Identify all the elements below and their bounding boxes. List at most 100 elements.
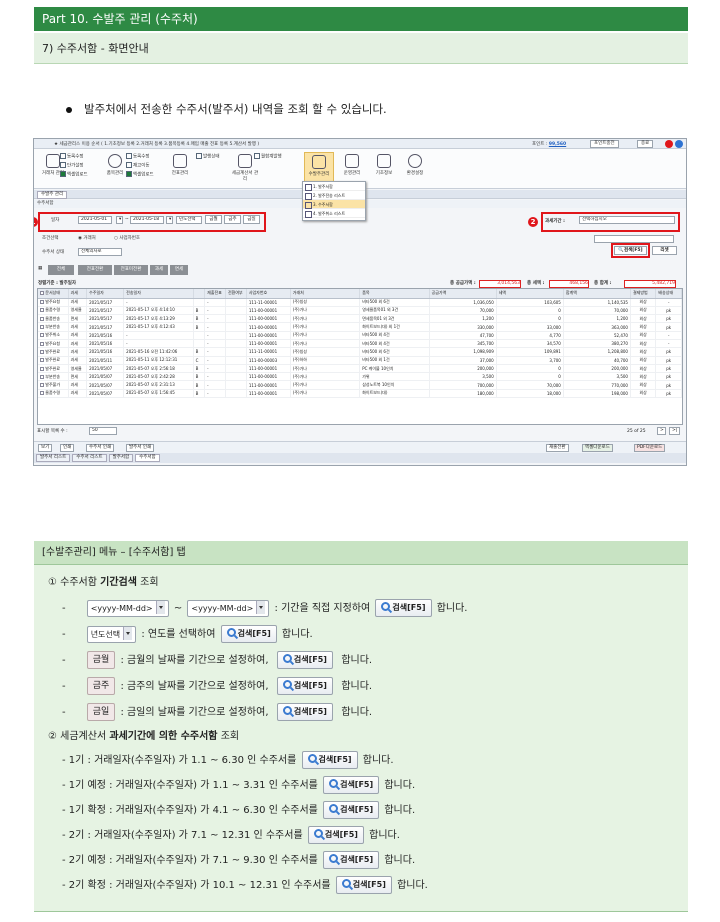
checkbox[interactable] [40, 341, 44, 346]
tab-taxfree[interactable]: 면세 [170, 265, 188, 275]
btab-order-list[interactable]: 발주서 리스트 [36, 454, 71, 462]
year-select[interactable]: 년도선택 [176, 216, 202, 224]
ribbon-settings[interactable]: 환경설정 [400, 152, 430, 184]
tab-converted[interactable]: 전표전환 [78, 265, 112, 275]
checkbox[interactable] [40, 316, 44, 321]
search-button[interactable]: 검색[F5] [323, 801, 380, 819]
btn-month[interactable]: 금월 [205, 215, 222, 224]
table-row[interactable]: 발주완료 과세 2021/05/16 2021-05-16 오전 11:42:06 B -… [38, 347, 682, 357]
checkbox[interactable] [40, 300, 44, 305]
col-header[interactable]: 문서상태 [38, 289, 69, 299]
print-order-button[interactable]: 발주서 인쇄 [126, 444, 155, 452]
points-value[interactable]: 99,560 [549, 142, 566, 147]
search-button[interactable]: 검색[F5] [276, 651, 333, 669]
table-row[interactable]: 부분반송 과세 2021/05/17 2021-05-17 오후 4:12:43 B - 1… [38, 322, 682, 332]
btab-order-box[interactable]: 발주서함 [108, 454, 134, 462]
checkbox[interactable] [40, 349, 44, 354]
print-receive-button[interactable]: 수주서 인쇄 [86, 444, 115, 452]
table-row[interactable]: 발주불가 과세 2021/05/07 2021-05-07 오후 2:31:13 B - 1… [38, 380, 682, 390]
search-button[interactable]: 검색[F5] [301, 751, 358, 769]
col-header[interactable]: 수주일자 [86, 289, 125, 299]
date-to[interactable]: 2021-05-18 [130, 216, 164, 224]
tax-period-select[interactable]: 선택하십시오 [579, 216, 675, 224]
ribbon-voucher[interactable]: 전표관리 [165, 152, 195, 184]
checkbox[interactable] [40, 374, 44, 379]
help-icon[interactable] [675, 140, 683, 148]
extra-input[interactable] [594, 235, 674, 243]
search-button[interactable]: 검색[F5] [220, 625, 277, 643]
ribbon-small-8[interactable]: 월합계발행 [254, 153, 282, 160]
exit-button[interactable]: 종료 [637, 140, 654, 148]
col-header[interactable]: 결제방법 [630, 289, 657, 299]
tab-unconverted[interactable]: 전표미전환 [114, 265, 148, 275]
checkbox[interactable] [40, 366, 44, 371]
search-button[interactable]: 검색[F5] [323, 776, 380, 794]
col-header[interactable]: 재출전표 [204, 289, 226, 299]
power-icon[interactable] [665, 140, 673, 148]
checkbox[interactable] [40, 383, 44, 388]
date-from[interactable]: 2021-05-01 [78, 216, 112, 224]
search-button[interactable]: 검색[F5] [375, 599, 432, 617]
checkbox[interactable] [40, 325, 44, 330]
ribbon-small-3[interactable]: 엑셀업로드 [60, 171, 88, 178]
radio-bizno[interactable]: ○ 사업자번호 [114, 235, 140, 241]
date-from-picker[interactable]: ▾ [116, 216, 123, 224]
btab-receive-box[interactable]: 수주서함 [135, 454, 160, 462]
table-row[interactable]: 발주취소 과세 2021/05/16 - - 111-00-00001 (주)가나 비타500… [38, 331, 682, 341]
view-button[interactable]: 보기 [38, 444, 53, 452]
dropdown-item[interactable]: 1. 발주서함 [303, 182, 365, 191]
search-button[interactable]: 검색[F5] [276, 703, 333, 721]
ribbon-order-mgmt[interactable]: 수발주관리 [304, 152, 334, 184]
col-header[interactable]: 전송일자 [123, 289, 194, 299]
search-button[interactable]: 검색[F5] [323, 851, 380, 869]
dropdown-item[interactable]: 4. 발주취소 리스트 [303, 209, 365, 218]
date-to-field[interactable]: <yyyy-MM-dd> [187, 599, 270, 617]
table-row[interactable]: 발주완료 영세율 2021/05/07 2021-05-07 오후 2:56:18 B -… [38, 364, 682, 374]
search-button[interactable]: 검색[F5] [276, 677, 333, 695]
btn-day[interactable]: 금일 [243, 215, 260, 224]
day-button[interactable]: 금일 [86, 703, 116, 721]
dropdown-item-selected[interactable]: 3. 수주서함 [303, 200, 365, 209]
search-button[interactable]: 검색[F5] [335, 876, 392, 894]
chevron-down-icon[interactable] [155, 600, 165, 614]
date-to-picker[interactable]: ▾ [166, 216, 173, 224]
last-page[interactable]: >| [669, 427, 680, 435]
table-row[interactable]: 물품수령 과세 2021/05/07 2021-05-07 오후 1:56:45 B - 1… [38, 389, 682, 399]
ribbon-small-2[interactable]: 단가설정 [60, 162, 84, 169]
tab-order-mgmt[interactable]: 수발주 관리 [37, 191, 68, 199]
checkbox[interactable] [40, 333, 44, 338]
excel-download-button[interactable]: 엑셀다운로드 [582, 444, 613, 452]
col-header[interactable]: 합계액 [563, 289, 631, 299]
col-header[interactable]: 전환여부 [225, 289, 247, 299]
btn-week[interactable]: 금주 [224, 215, 241, 224]
print-button[interactable]: 인쇄 [60, 444, 75, 452]
table-row[interactable]: 부분반송 면세 2021/05/07 2021-05-07 오후 2:42:28 B - 1… [38, 372, 682, 382]
col-header[interactable]: 배송상태 [655, 289, 682, 299]
checkbox[interactable] [40, 391, 44, 396]
search-button[interactable]: 🔍검색[F5] [614, 246, 647, 255]
ribbon-basic-info[interactable]: 기초정보 [369, 152, 399, 184]
reset-button[interactable]: 리셋 [652, 246, 677, 255]
table-row[interactable]: 물품반송 면세 2021/05/17 2021-05-17 오후 4:13:29 B - 1… [38, 314, 682, 324]
table-row[interactable]: 물품수령 영세율 2021/05/17 2021-05-17 오후 4:14:10 B -… [38, 306, 682, 316]
tab-all[interactable]: 전체 [48, 265, 74, 275]
tab-taxable[interactable]: 과세 [150, 265, 168, 275]
ribbon-small-7[interactable]: 발행상태 [196, 153, 220, 160]
table-row[interactable]: 발주완료 과세 2021/05/11 2021-05-11 오후 12:12:31 C -… [38, 356, 682, 365]
chevron-down-icon[interactable] [123, 626, 133, 640]
col-header[interactable]: 사업자번호 [246, 289, 291, 299]
status-select[interactable]: 전체의사로 [78, 248, 122, 256]
year-select[interactable]: 년도선택 [86, 625, 137, 643]
col-header[interactable]: 거래처 [290, 289, 361, 299]
btab-receive-list[interactable]: 수주서 리스트 [72, 454, 107, 462]
col-header[interactable]: 과세 [68, 289, 88, 299]
rows-select[interactable]: 50 [89, 427, 117, 435]
ribbon-small-4[interactable]: 등록수정 [126, 153, 150, 160]
search-button[interactable]: 검색[F5] [307, 826, 364, 844]
checkbox[interactable] [40, 358, 44, 363]
checkbox[interactable] [40, 308, 44, 313]
table-row[interactable]: 발주요청 과세 2021/05/17 - - 111-11-00001 (주)칭성 비타500… [38, 298, 682, 307]
ribbon-small-5[interactable]: 재고이동 [126, 162, 150, 169]
charge-points-button[interactable]: 포인트충전 [590, 140, 619, 148]
radio-client[interactable]: ◉ 거래처 [78, 235, 96, 241]
